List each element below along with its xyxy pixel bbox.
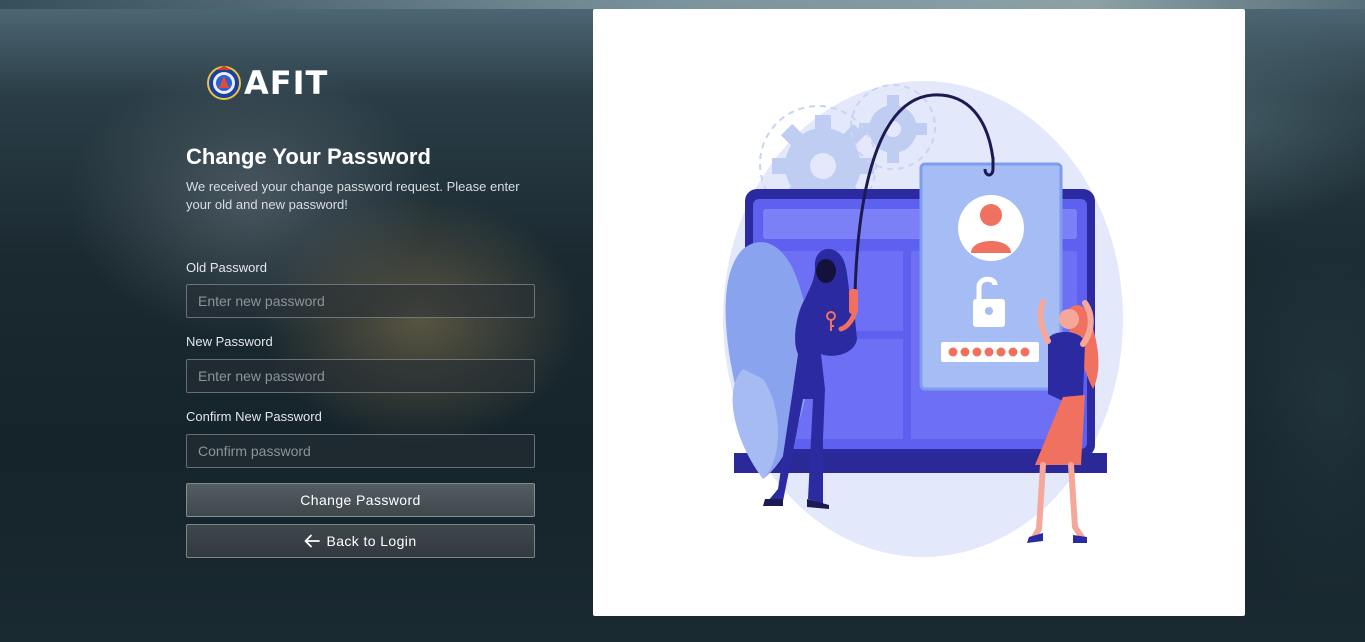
back-to-login-button[interactable]: Back to Login xyxy=(186,524,535,558)
change-password-button-label: Change Password xyxy=(300,492,421,508)
confirm-password-label: Confirm New Password xyxy=(186,409,322,424)
confirm-password-input[interactable] xyxy=(186,434,535,468)
change-password-button[interactable]: Change Password xyxy=(186,483,535,517)
old-password-label: Old Password xyxy=(186,260,267,275)
new-password-input[interactable] xyxy=(186,359,535,393)
phishing-illustration xyxy=(723,81,1123,557)
afit-emblem-icon xyxy=(207,66,241,100)
user-icon xyxy=(980,204,1002,226)
logo-text: AFIT xyxy=(244,64,329,102)
profile-card xyxy=(919,162,1063,391)
new-password-label: New Password xyxy=(186,334,273,349)
arrow-left-icon xyxy=(305,534,321,548)
old-password-input[interactable] xyxy=(186,284,535,318)
back-to-login-label: Back to Login xyxy=(326,533,417,549)
page-subtitle: We received your change password request… xyxy=(186,179,520,212)
page-title: Change Your Password xyxy=(186,144,431,169)
top-background-strip xyxy=(0,0,1365,9)
illustration-card xyxy=(593,9,1245,616)
brand-logo: AFIT xyxy=(206,64,328,102)
